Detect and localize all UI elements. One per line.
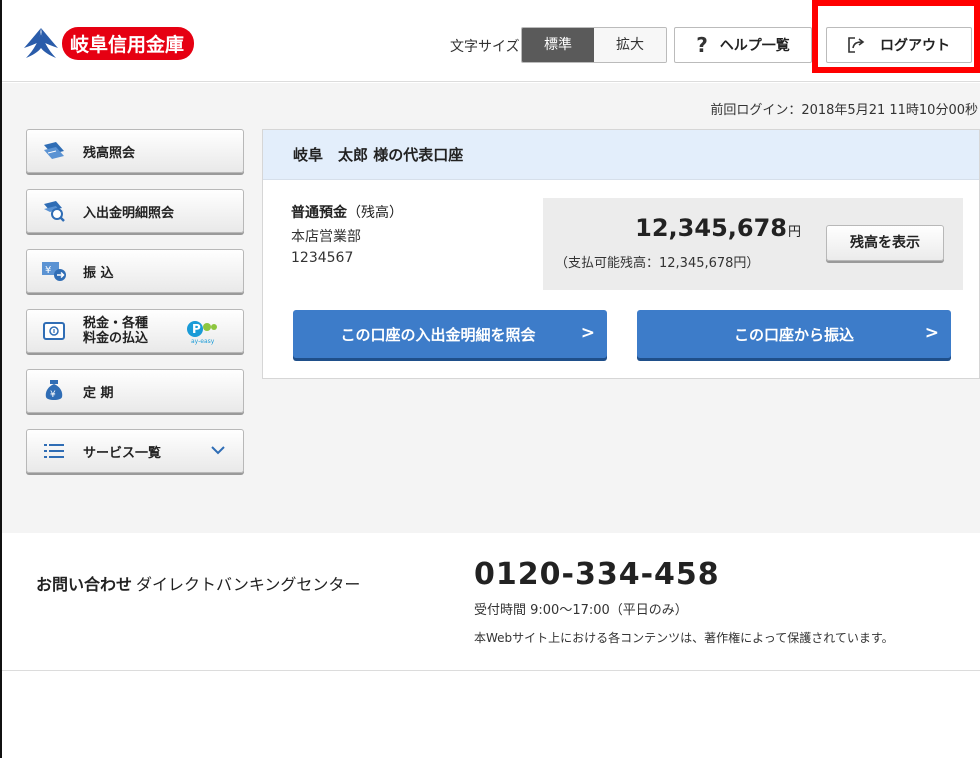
chevron-right-icon: > (924, 323, 939, 343)
svg-text:¥: ¥ (50, 390, 56, 400)
list-icon (41, 439, 67, 463)
sidebar-item-time-deposit[interactable]: ¥ 定 期 (26, 369, 244, 413)
font-size-large-button[interactable]: 拡大 (594, 28, 666, 62)
account-panel: 岐阜 太郎 様の代表口座 普通預金（残高） 本店営業部 1234567 12,3… (262, 129, 980, 379)
contact-info: お問い合わせ ダイレクトバンキングセンター (36, 571, 360, 595)
payeasy-logo-icon: P ay-easy (187, 321, 217, 345)
available-balance: （支払可能残高：12,345,678円） (555, 256, 760, 271)
transfer-from-account-label: この口座から振込 (733, 325, 854, 344)
contact-center: ダイレクトバンキングセンター (136, 575, 361, 594)
logout-icon (848, 37, 865, 53)
font-size-standard-button[interactable]: 標準 (522, 28, 594, 62)
question-icon: ? (696, 33, 708, 57)
statement-search-icon (41, 199, 67, 223)
last-login: 前回ログイン：2018年5月21 11時10分00秒 (710, 103, 978, 118)
account-type-note: （残高） (347, 205, 403, 221)
main-area: 前回ログイン：2018年5月21 11時10分00秒 残高照会 入出金明細照会 … (2, 83, 980, 533)
sidebar-item-label-line: 税金・各種 (83, 316, 149, 331)
account-branch: 本店営業部 (291, 229, 361, 245)
tax-payment-icon (41, 319, 67, 343)
view-statement-button[interactable]: この口座の入出金明細を照会 > (293, 310, 607, 358)
chevron-down-icon (211, 446, 225, 455)
logout-button[interactable]: ログアウト (826, 27, 972, 63)
phone-number[interactable]: 0120-334-458 (474, 557, 720, 592)
help-label: ヘルプ一覧 (719, 38, 790, 54)
account-number: 1234567 (291, 250, 354, 266)
sidebar-item-label: サービス一覧 (83, 445, 162, 461)
font-size-label: 文字サイズ (450, 39, 520, 55)
time-deposit-icon: ¥ (41, 379, 67, 403)
balance-unit: 円 (787, 225, 801, 240)
page-bottom (2, 672, 980, 758)
logo[interactable]: 岐阜信用金庫 (22, 26, 195, 60)
sidebar-item-balance[interactable]: 残高照会 (26, 129, 244, 173)
account-panel-title: 岐阜 太郎 様の代表口座 (263, 130, 979, 180)
logo-text: 岐阜信用金庫 (62, 26, 195, 60)
sidebar-item-label: 残高照会 (83, 145, 136, 161)
logout-label: ログアウト (880, 38, 950, 54)
account-type-name: 普通預金 (291, 205, 347, 221)
sidebar-item-label: 入出金明細照会 (83, 205, 175, 221)
sidebar-item-label: 振 込 (83, 265, 114, 281)
account-type: 普通預金（残高） (291, 202, 403, 222)
footer: お問い合わせ ダイレクトバンキングセンター 0120-334-458 受付時間 9… (2, 533, 980, 671)
logo-mark-icon (24, 28, 58, 58)
font-size-toggle: 標準 拡大 (521, 27, 667, 63)
sidebar-item-transfer[interactable]: ¥ 振 込 (26, 249, 244, 293)
copyright-notice: 本Webサイト上における各コンテンツは、著作権によって保護されています。 (474, 631, 894, 645)
sidebar-item-label-line: 料金の払込 (83, 331, 149, 346)
chevron-right-icon: > (580, 323, 595, 343)
show-balance-button[interactable]: 残高を表示 (826, 225, 944, 261)
sidebar-item-label: 税金・各種 料金の払込 (83, 316, 148, 346)
balance-box: 12,345,678円 （支払可能残高：12,345,678円） 残高を表示 (543, 198, 963, 290)
transfer-from-account-button[interactable]: この口座から振込 > (637, 310, 951, 358)
svg-text:P: P (192, 322, 201, 336)
sidebar-item-service-list[interactable]: サービス一覧 (26, 429, 244, 473)
business-hours: 受付時間 9:00～17:00（平日のみ） (474, 603, 688, 618)
sidebar-item-statement[interactable]: 入出金明細照会 (26, 189, 244, 233)
sidebar-item-tax-payment[interactable]: 税金・各種 料金の払込 P ay-easy (26, 309, 244, 353)
balance-amount: 12,345,678円 (635, 214, 801, 242)
sidebar: 残高照会 入出金明細照会 ¥ 振 込 税金・各種 料金の払込 P ay-easy… (26, 129, 244, 489)
balance-value: 12,345,678 (635, 214, 787, 242)
contact-label: お問い合わせ (36, 575, 133, 594)
svg-text:ay-easy: ay-easy (191, 338, 215, 345)
help-button[interactable]: ? ヘルプ一覧 (674, 27, 812, 63)
svg-text:¥: ¥ (45, 265, 51, 276)
balance-inquiry-icon (41, 139, 67, 163)
transfer-icon: ¥ (41, 259, 67, 283)
sidebar-item-label: 定 期 (83, 385, 114, 401)
view-statement-label: この口座の入出金明細を照会 (340, 325, 536, 344)
